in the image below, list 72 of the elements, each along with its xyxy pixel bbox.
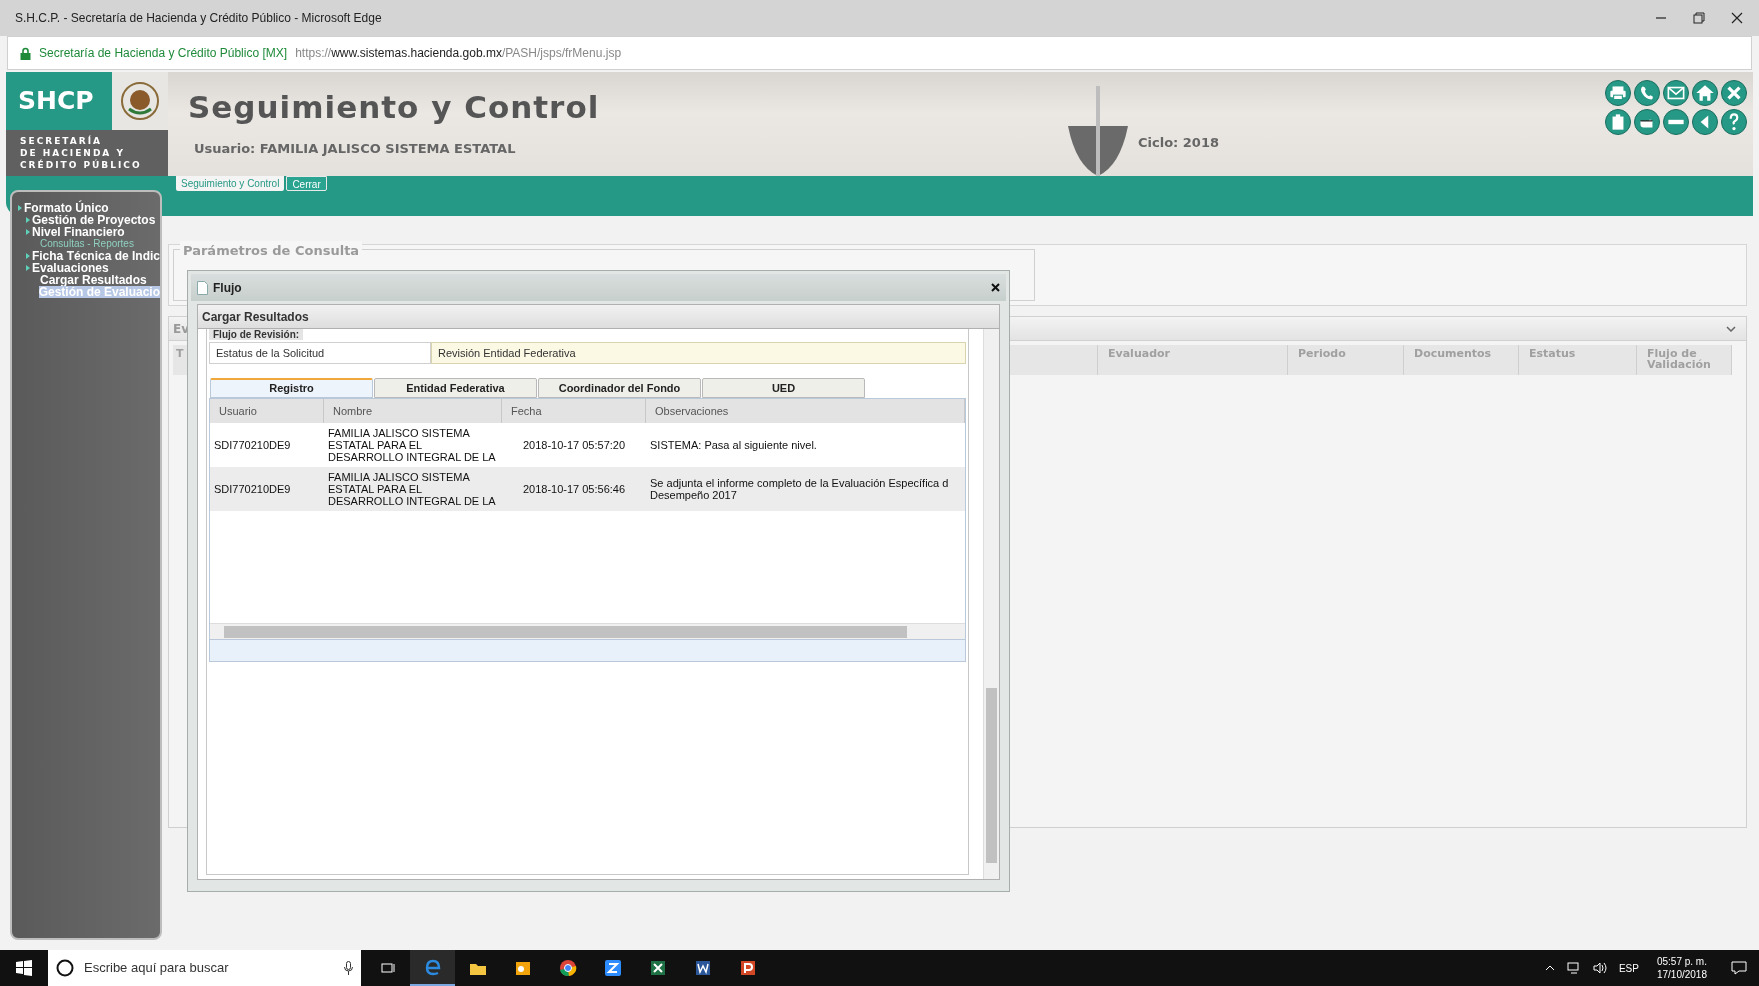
chrome-icon[interactable]: [557, 958, 578, 978]
clock-date[interactable]: 17/10/2018: [1656, 968, 1707, 981]
restore-icon[interactable]: [1693, 12, 1705, 24]
sidebar-item[interactable]: Formato Único: [24, 202, 109, 214]
agency-name-line: CRÉDITO PÚBLICO: [20, 159, 143, 171]
column-header: Periodo: [1288, 345, 1404, 375]
minus-icon[interactable]: [1663, 109, 1689, 135]
table-cell-text: 2018-10-17 05:56:46: [521, 483, 627, 495]
sidebar-item[interactable]: Gestión de Proyectos: [32, 214, 156, 226]
vertical-scrollbar[interactable]: [983, 329, 999, 879]
lock-icon: [20, 46, 31, 60]
clipboard-icon[interactable]: [1605, 109, 1631, 135]
window-title: S.H.C.P. - Secretaría de Hacienda y Crédito Público - Microsoft Edge: [15, 10, 382, 27]
clock-time[interactable]: 05:57 p. m.: [1656, 955, 1707, 968]
status-label: Estatus de la Solicitud: [209, 342, 431, 364]
document-icon: [197, 280, 208, 295]
sidebar-item[interactable]: Nivel Financiero: [32, 226, 125, 238]
column-header: Documentos: [1404, 345, 1519, 375]
column-header: Evaluador: [1098, 345, 1288, 375]
search-field[interactable]: Escribe aquí para buscar: [84, 958, 334, 978]
table-cell-text: FAMILIA JALISCO SISTEMA ESTATAL PARA EL DESARROLLO INTEGRAL DE LA: [327, 427, 497, 463]
table-cell-text: SDI770210DE9: [213, 439, 292, 451]
back-icon[interactable]: [1692, 109, 1718, 135]
status-value: Revisión Entidad Federativa: [431, 342, 966, 364]
table-cell-text: 2018-10-17 05:57:20: [521, 439, 627, 451]
dialog-title: Flujo: [213, 279, 242, 297]
user-label: Usuario: FAMILIA JALISCO SISTEMA ESTATAL: [194, 139, 517, 158]
windows-icon[interactable]: [16, 960, 32, 976]
table-cell-text: FAMILIA JALISCO SISTEMA ESTATAL PARA EL DESARROLLO INTEGRAL DE LA: [327, 471, 497, 507]
emblem-icon: [120, 81, 160, 121]
search-icon: [56, 959, 74, 977]
table-cell-text: SDI770210DE9: [213, 483, 292, 495]
z-app-icon[interactable]: [602, 958, 623, 978]
agency-name-line: DE HACIENDA Y: [20, 147, 126, 159]
horizontal-scrollbar[interactable]: [210, 623, 965, 639]
language-indicator[interactable]: ESP: [1618, 960, 1639, 976]
column-header: Estatus: [1519, 345, 1637, 375]
close-icon[interactable]: [1731, 12, 1743, 24]
table-cell-text: SISTEMA: Pasa al siguiente nivel.: [649, 439, 818, 451]
panel-title: Cargar Resultados: [198, 305, 999, 329]
dialog-tab[interactable]: Coordinador del Fondo: [538, 378, 701, 398]
table-cell-text: Se adjunta el informe completo de la Evaluación Específica d Desempeño 2017: [649, 477, 950, 501]
chevron-down-icon[interactable]: [1726, 325, 1736, 332]
sidebar-item[interactable]: Ficha Técnica de Indic: [31, 250, 160, 262]
network-icon[interactable]: [1566, 962, 1581, 974]
sidebar-item[interactable]: Cargar Resultados: [40, 274, 147, 286]
volume-icon[interactable]: [1592, 962, 1607, 974]
nav-tab[interactable]: Seguimiento y Control: [176, 176, 285, 191]
home-icon[interactable]: [1692, 80, 1718, 106]
chevron-up-icon[interactable]: [1544, 965, 1555, 971]
sidebar-item[interactable]: Evaluaciones: [32, 262, 109, 274]
column-header: Flujo de Validación: [1637, 345, 1732, 375]
dialog-tab[interactable]: UED: [702, 378, 865, 398]
page-title: Seguimiento y Control: [188, 88, 601, 127]
close-icon[interactable]: [991, 283, 1000, 292]
cycle-label: Ciclo: 2018: [1138, 133, 1219, 152]
site-identity: Secretaría de Hacienda y Crédito Público [MX]: [39, 45, 288, 62]
agency-name-line: SECRETARÍA: [20, 135, 103, 147]
notification-icon[interactable]: [1731, 961, 1747, 975]
help-icon[interactable]: [1721, 109, 1747, 135]
address-bar[interactable]: Secretaría de Hacienda y Crédito Público [MX] https://www.sistemas.hacienda.gob.mx/PASH/jsps/frMenu.jsp: [7, 36, 1752, 70]
sidebar-item[interactable]: Consultas - Reportes: [40, 238, 134, 250]
microphone-icon: [344, 961, 353, 975]
dialog-tab[interactable]: Entidad Federativa: [374, 378, 537, 398]
logo-text: SHCP: [18, 85, 94, 118]
phone-icon[interactable]: [1634, 80, 1660, 106]
search-bar[interactable]: Escribe aquí para buscar: [48, 950, 361, 986]
printer-icon[interactable]: [1605, 80, 1631, 106]
url-text: https://www.sistemas.hacienda.gob.mx/PASH/jsps/frMenu.jsp: [295, 45, 622, 62]
mail-icon[interactable]: [1663, 80, 1689, 106]
section-title: Flujo de Revisión:: [209, 329, 304, 340]
dialog-tab[interactable]: Registro: [210, 378, 373, 398]
